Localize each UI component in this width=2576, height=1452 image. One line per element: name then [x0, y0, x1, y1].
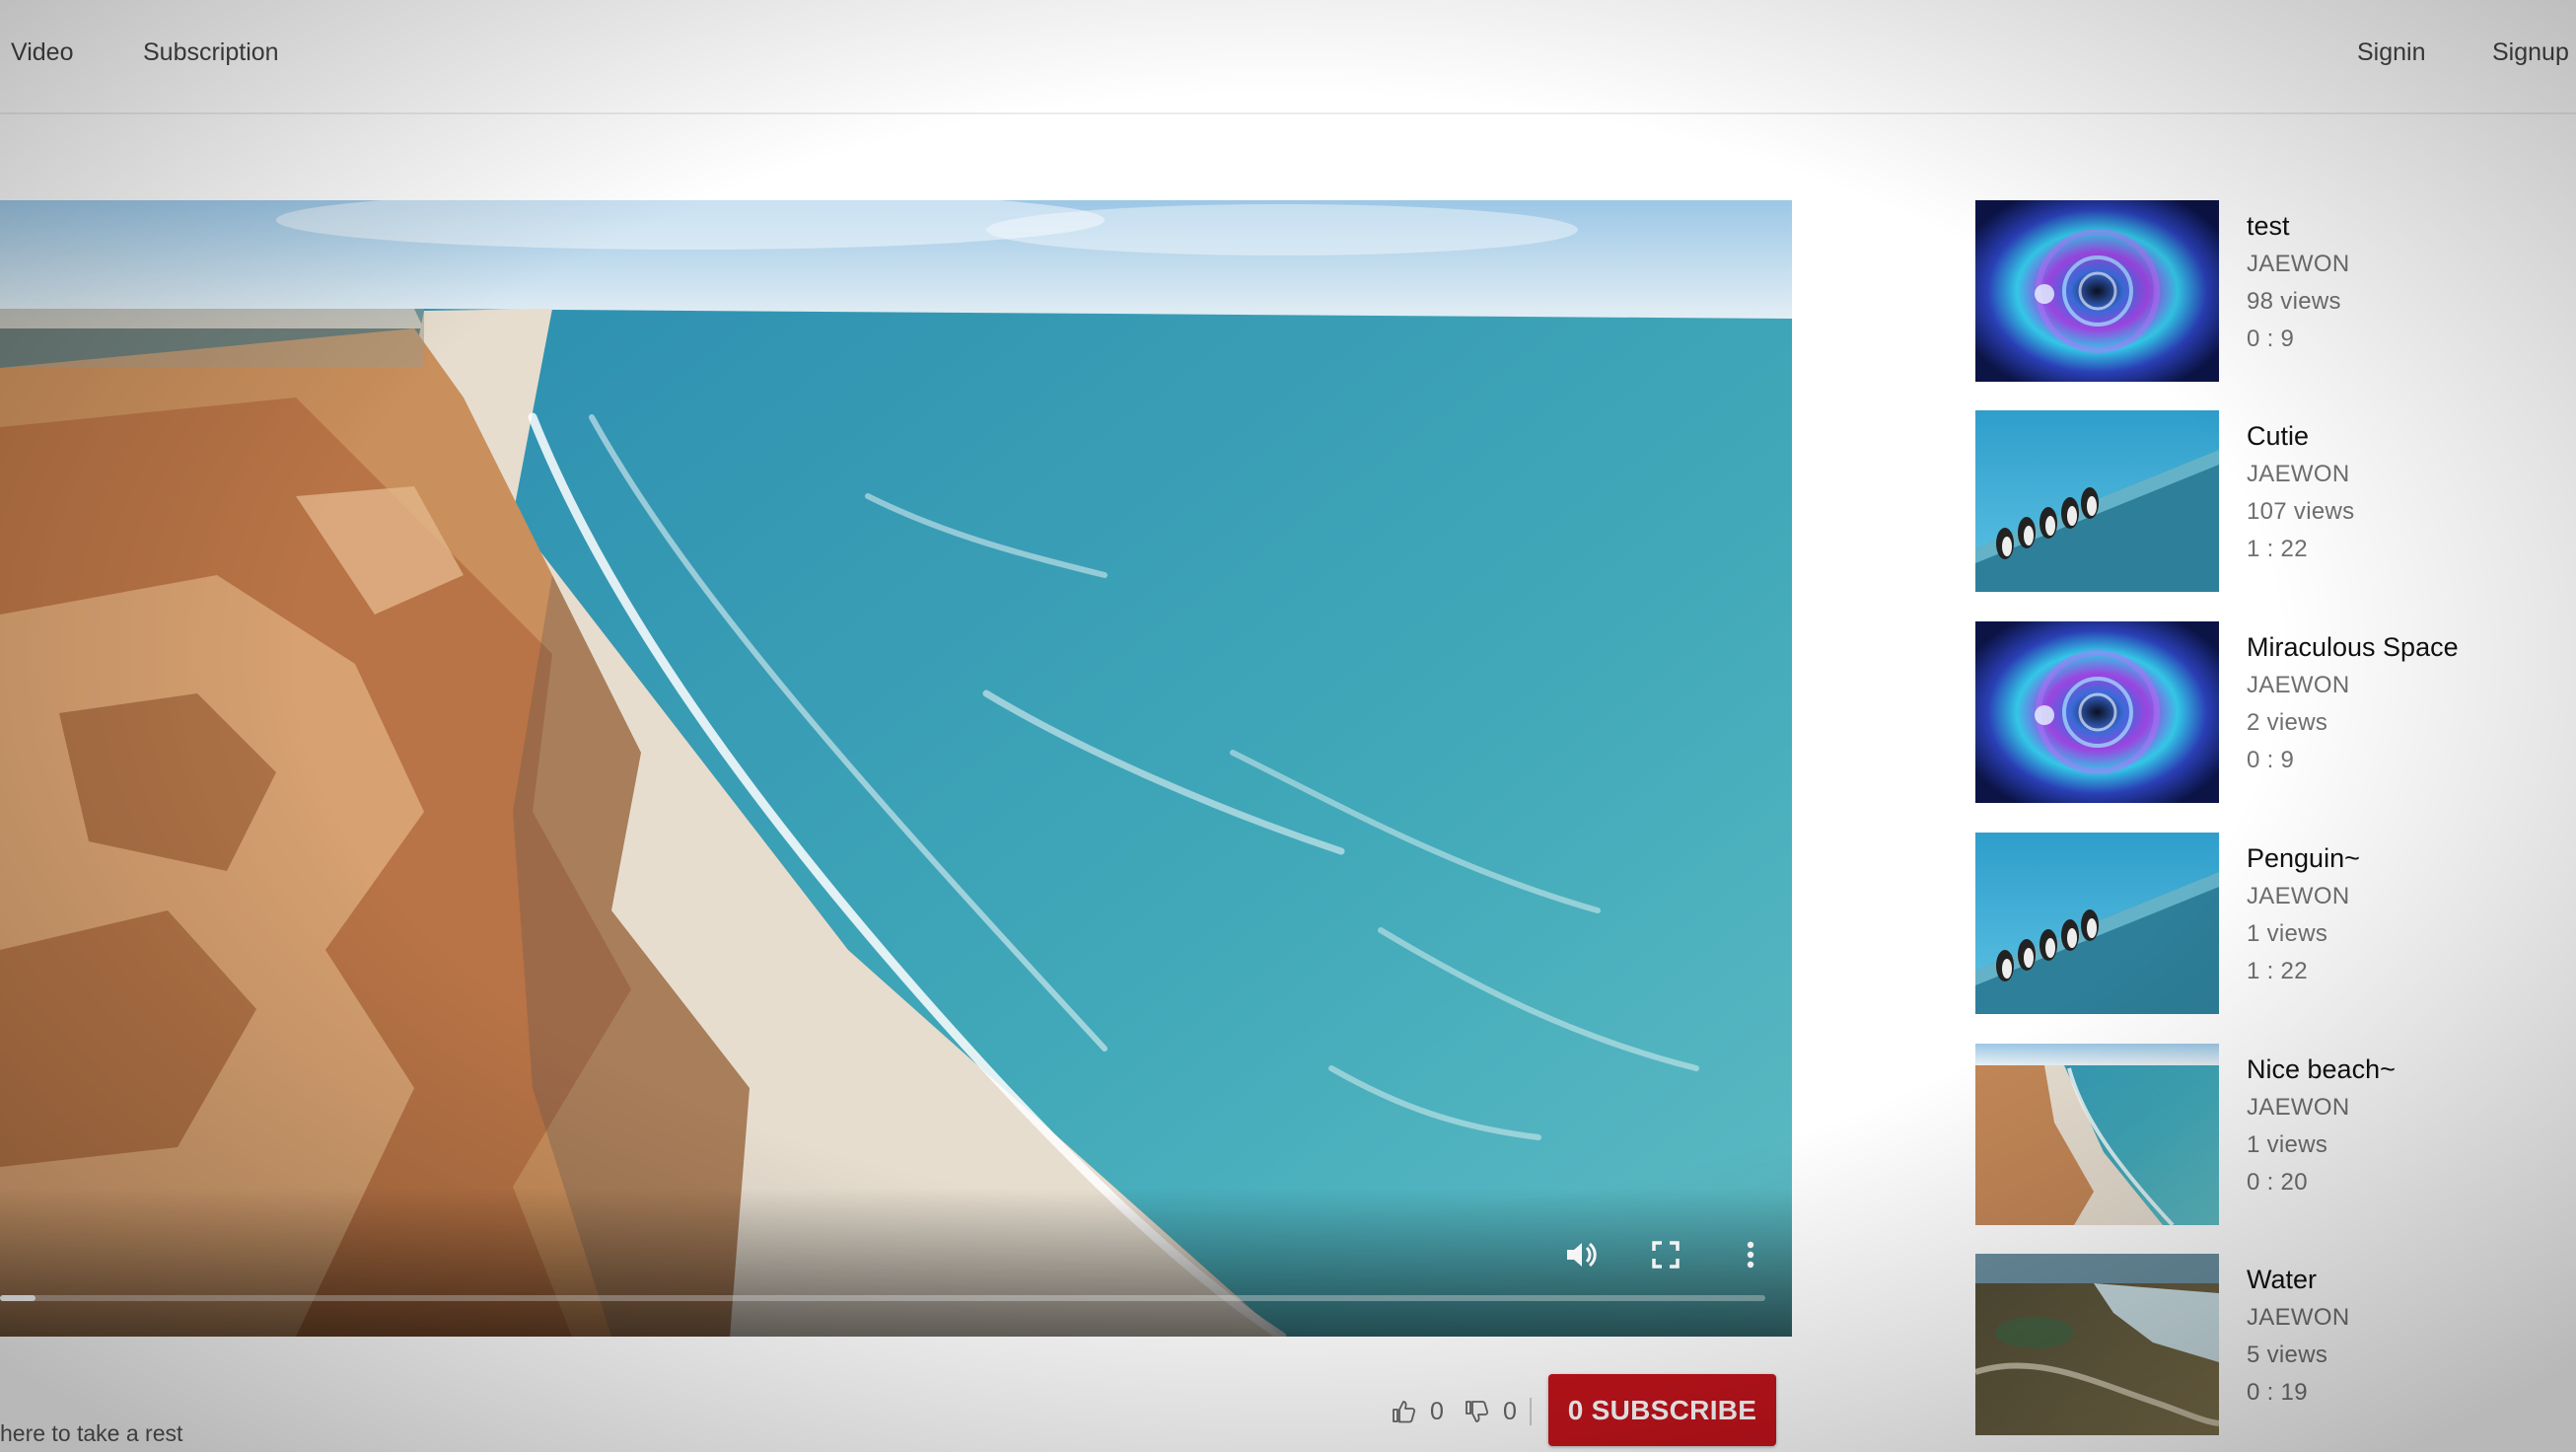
- progress-bar[interactable]: [0, 1295, 1765, 1301]
- video-duration: 1 : 22: [2247, 958, 2308, 984]
- dislike-count: 0: [1503, 1397, 1517, 1425]
- reaction-divider: [1530, 1398, 1532, 1425]
- recommended-video-item[interactable]: Nice beach~ JAEWON 1 views 0 : 20: [1975, 1044, 2528, 1225]
- thumbs-down-icon: [1466, 1401, 1489, 1422]
- water-thumbnail-art: [1975, 1254, 2219, 1435]
- video-author: JAEWON: [2247, 461, 2350, 487]
- recommended-video-item[interactable]: Penguin~ JAEWON 1 views 1 : 22: [1975, 833, 2528, 1014]
- volume-icon[interactable]: [1561, 1235, 1601, 1274]
- video-author: JAEWON: [2247, 672, 2350, 698]
- video-thumbnail[interactable]: [1975, 200, 2219, 382]
- video-title[interactable]: test: [2247, 206, 2349, 246]
- recommended-video-item[interactable]: Cutie JAEWON 107 views 1 : 22: [1975, 410, 2528, 592]
- video-duration: 0 : 19: [2247, 1379, 2308, 1406]
- penguin-thumbnail-art: [1975, 833, 2219, 1014]
- video-views: 1 views: [2247, 1131, 2328, 1158]
- video-title[interactable]: Cutie: [2247, 416, 2354, 456]
- video-thumbnail[interactable]: [1975, 410, 2219, 592]
- subscribe-button[interactable]: 0 SUBSCRIBE: [1548, 1374, 1776, 1446]
- video-author: JAEWON: [2247, 883, 2350, 909]
- recommended-video-item[interactable]: test JAEWON 98 views 0 : 9: [1975, 200, 2528, 382]
- video-description: here to take a rest: [0, 1420, 183, 1446]
- nav-signup-link[interactable]: Signup: [2492, 36, 2569, 69]
- space-thumbnail-art: [1975, 621, 2219, 803]
- video-frame: [0, 200, 1792, 1337]
- video-author: JAEWON: [2247, 251, 2350, 277]
- dislike-button[interactable]: 0: [1464, 1394, 1517, 1429]
- video-duration: 1 : 22: [2247, 536, 2308, 562]
- video-title[interactable]: Penguin~: [2247, 838, 2360, 878]
- video-views: 1 views: [2247, 920, 2328, 947]
- video-title[interactable]: Miraculous Space: [2247, 627, 2459, 667]
- video-thumbnail[interactable]: [1975, 833, 2219, 1014]
- video-thumbnail[interactable]: [1975, 621, 2219, 803]
- nav-subscription-link[interactable]: Subscription: [143, 36, 279, 69]
- video-thumbnail[interactable]: [1975, 1044, 2219, 1225]
- fullscreen-icon[interactable]: [1646, 1235, 1685, 1274]
- nav-video-link[interactable]: Video: [11, 36, 74, 69]
- progress-fill: [0, 1295, 36, 1301]
- player-controls-overlay: [0, 1189, 1792, 1337]
- video-author: JAEWON: [2247, 1094, 2350, 1121]
- space-thumbnail-art: [1975, 200, 2219, 382]
- video-thumbnail[interactable]: [1975, 1254, 2219, 1435]
- like-button[interactable]: 0: [1391, 1394, 1444, 1429]
- nav-signin-link[interactable]: Signin: [2357, 36, 2426, 69]
- video-views: 98 views: [2247, 288, 2341, 315]
- like-count: 0: [1430, 1397, 1444, 1425]
- video-title[interactable]: Water: [2247, 1260, 2349, 1299]
- video-duration: 0 : 9: [2247, 747, 2295, 773]
- video-title[interactable]: Nice beach~: [2247, 1050, 2396, 1089]
- video-views: 107 views: [2247, 498, 2355, 525]
- video-duration: 0 : 20: [2247, 1169, 2308, 1196]
- beach-thumbnail-art: [1975, 1044, 2219, 1225]
- video-duration: 0 : 9: [2247, 326, 2295, 352]
- thumbs-up-icon: [1393, 1401, 1416, 1423]
- recommended-video-item[interactable]: Water JAEWON 5 views 0 : 19: [1975, 1254, 2528, 1435]
- video-player[interactable]: [0, 200, 1792, 1337]
- recommended-video-item[interactable]: Miraculous Space JAEWON 2 views 0 : 9: [1975, 621, 2528, 803]
- penguin-thumbnail-art: [1975, 410, 2219, 592]
- video-author: JAEWON: [2247, 1304, 2350, 1331]
- video-views: 5 views: [2247, 1342, 2328, 1368]
- top-navbar: Video Subscription Signin Signup: [0, 0, 2576, 114]
- video-views: 2 views: [2247, 709, 2328, 736]
- more-options-icon[interactable]: [1731, 1235, 1770, 1274]
